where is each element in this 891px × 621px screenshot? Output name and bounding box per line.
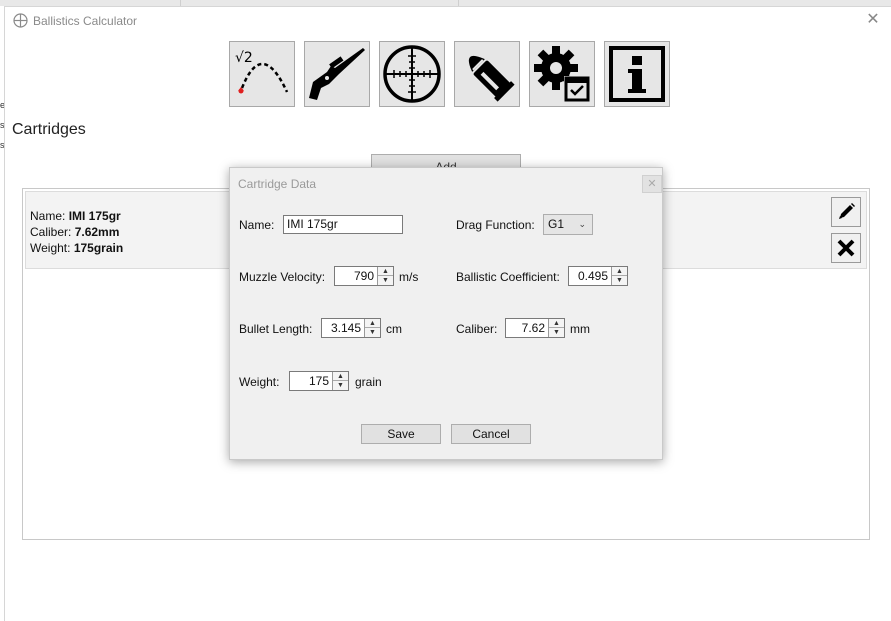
edit-button[interactable] <box>831 197 861 227</box>
item-weight-value: 175grain <box>73 241 124 255</box>
trajectory-button[interactable]: √2 <box>229 41 295 107</box>
spin-down-icon[interactable]: ▼ <box>549 328 564 337</box>
chevron-down-icon: ⌄ <box>578 219 586 229</box>
item-name-value: IMI 175gr <box>68 209 121 223</box>
spin-up-icon[interactable]: ▲ <box>333 372 348 381</box>
item-weight-label: Weight: <box>30 241 71 255</box>
item-name-line: Name: IMI 175gr <box>30 209 121 223</box>
weight-label: Weight: <box>239 375 280 389</box>
weight-value: 175 <box>308 374 329 388</box>
caliber-field[interactable]: 7.62 ▲ ▼ <box>505 318 565 338</box>
name-label: Name: <box>239 218 275 232</box>
crosshair-icon <box>383 45 441 103</box>
settings-button[interactable] <box>529 41 595 107</box>
ballistic-coefficient-label: Ballistic Coefficient: <box>456 270 560 284</box>
caliber-unit: mm <box>570 322 590 336</box>
spin-up-icon[interactable]: ▲ <box>378 267 393 276</box>
rifle-button[interactable] <box>304 41 370 107</box>
title-bar: Ballistics Calculator ✕ <box>5 7 891 35</box>
muzzle-velocity-value: 790 <box>353 269 374 283</box>
page-title: Cartridges <box>12 121 86 138</box>
spin-up-icon[interactable]: ▲ <box>612 267 627 276</box>
muzzle-velocity-field[interactable]: 790 ▲ ▼ <box>334 266 394 286</box>
muzzle-velocity-unit: m/s <box>399 270 419 284</box>
close-icon <box>837 239 855 257</box>
cartridge-icon <box>468 55 515 102</box>
bullet-length-field[interactable]: 3.145 ▲ ▼ <box>321 318 381 338</box>
caliber-label: Caliber: <box>456 322 498 336</box>
ballistic-coefficient-value: 0.495 <box>577 269 608 283</box>
spin-up-icon[interactable]: ▲ <box>549 319 564 328</box>
bullet-length-unit: cm <box>386 322 402 336</box>
bullet-length-value: 3.145 <box>330 321 361 335</box>
spin-down-icon[interactable]: ▼ <box>378 276 393 285</box>
spin-down-icon[interactable]: ▼ <box>365 328 380 337</box>
save-button[interactable]: Save <box>361 424 441 444</box>
muzzle-velocity-spinner: ▲ ▼ <box>377 267 393 285</box>
bullet-length-spinner: ▲ ▼ <box>364 319 380 337</box>
dialog-title: Cartridge Data <box>238 177 317 191</box>
cartridge-data-dialog: Cartridge Data ✕ Name: IMI 175gr Drag Fu… <box>229 167 663 460</box>
window-close-button[interactable]: ✕ <box>865 12 881 28</box>
item-weight-line: Weight: 175grain <box>30 241 123 255</box>
drag-function-value: G1 <box>548 217 565 231</box>
drag-function-select[interactable]: G1 ⌄ <box>543 214 593 235</box>
crosshair-app-icon <box>13 13 28 28</box>
dialog-close-button[interactable]: ✕ <box>642 175 662 193</box>
pencil-icon <box>839 203 855 219</box>
item-name-label: Name: <box>30 209 66 223</box>
spin-up-icon[interactable]: ▲ <box>365 319 380 328</box>
name-field[interactable]: IMI 175gr <box>283 215 403 234</box>
bullet-length-label: Bullet Length: <box>239 322 313 336</box>
window-title: Ballistics Calculator <box>33 14 138 28</box>
item-caliber-value: 7.62mm <box>74 225 120 239</box>
info-button[interactable] <box>604 41 670 107</box>
caliber-spinner: ▲ ▼ <box>548 319 564 337</box>
weight-field[interactable]: 175 ▲ ▼ <box>289 371 349 391</box>
spin-down-icon[interactable]: ▼ <box>333 381 348 390</box>
ballistic-coefficient-spinner: ▲ ▼ <box>611 267 627 285</box>
ballistic-coefficient-field[interactable]: 0.495 ▲ ▼ <box>568 266 628 286</box>
trajectory-icon: √2 <box>235 50 289 94</box>
gear-icon <box>534 46 590 102</box>
weight-unit: grain <box>355 375 382 389</box>
rifle-icon <box>309 48 365 100</box>
muzzle-velocity-label: Muzzle Velocity: <box>239 270 326 284</box>
delete-button[interactable] <box>831 233 861 263</box>
item-caliber-label: Caliber: <box>30 225 72 239</box>
cancel-button[interactable]: Cancel <box>451 424 531 444</box>
cartridges-button[interactable] <box>454 41 520 107</box>
info-icon <box>609 46 665 102</box>
weight-spinner: ▲ ▼ <box>332 372 348 390</box>
scope-button[interactable] <box>379 41 445 107</box>
item-caliber-line: Caliber: 7.62mm <box>30 225 119 239</box>
caliber-value: 7.62 <box>521 321 545 335</box>
svg-text:√2: √2 <box>235 50 253 66</box>
spin-down-icon[interactable]: ▼ <box>612 276 627 285</box>
drag-function-label: Drag Function: <box>456 218 535 232</box>
